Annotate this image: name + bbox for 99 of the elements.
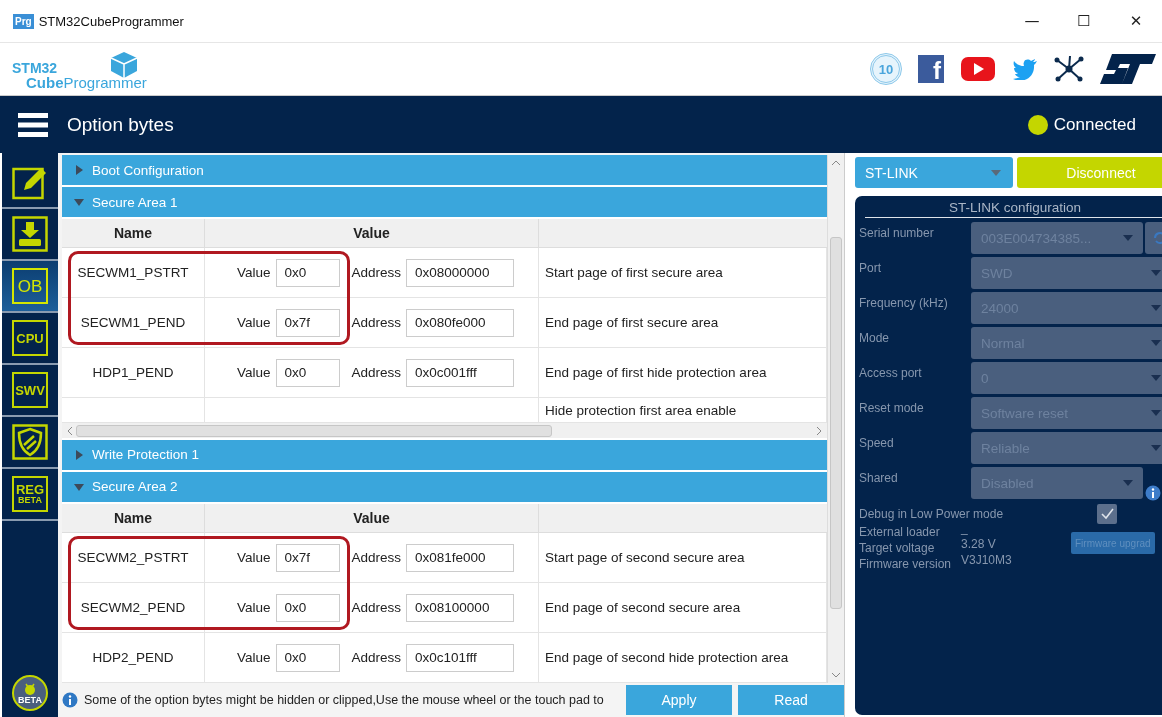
- setting-label: Mode: [859, 330, 891, 347]
- menu-icon[interactable]: [18, 112, 48, 137]
- info-label: External loader: [859, 524, 941, 540]
- dropdown-arrow-icon: [1151, 340, 1161, 346]
- dropdown-arrow-icon: [991, 169, 1001, 176]
- address-field[interactable]: 0x080fe000: [406, 308, 515, 337]
- field-label: Address: [351, 365, 402, 381]
- scroll-right-icon[interactable]: [815, 425, 823, 436]
- logo-text: CubeProgrammer: [25, 74, 147, 90]
- youtube-icon[interactable]: [960, 55, 996, 83]
- download-icon: [12, 216, 48, 252]
- field-label: Value: [237, 550, 271, 565]
- value-field[interactable]: 0x0: [275, 358, 340, 387]
- option-description: Hide protection first area enable: [545, 402, 737, 418]
- bug-icon: [22, 681, 38, 696]
- field-label: Value: [237, 265, 271, 281]
- option-description: Start page of second secure area: [545, 550, 745, 565]
- option-name: SECWM1_PEND: [80, 315, 186, 331]
- field-label: Value: [237, 650, 271, 665]
- info-label: Firmware version: [859, 556, 952, 572]
- vertical-scrollbar[interactable]: [827, 155, 844, 683]
- field-label: Address: [351, 650, 402, 665]
- value-field[interactable]: 0x0: [275, 593, 340, 622]
- network-icon[interactable]: [1054, 54, 1084, 84]
- address-field[interactable]: 0x08000000: [406, 258, 515, 287]
- scroll-up-icon[interactable]: [831, 159, 841, 167]
- app-icon: Prg: [13, 13, 34, 29]
- setting-label: Debug in Low Power mode: [859, 507, 1005, 521]
- option-name: HDP1_PEND: [92, 365, 174, 381]
- logo-text: STM32: [12, 60, 58, 75]
- field-label: Value: [237, 600, 271, 615]
- hint-message: Some of the option bytes might be hidden or clipped,Use the mouse wheel or the touch pad to: [84, 693, 605, 707]
- window-control[interactable]: ✕: [1110, 0, 1162, 42]
- value-field[interactable]: 0x0: [275, 258, 340, 287]
- address-field[interactable]: 0x0c001fff: [406, 358, 515, 387]
- field-label: Address: [351, 600, 402, 615]
- dropdown-arrow-icon: [1123, 480, 1133, 486]
- address-field[interactable]: 0x0c101fff: [406, 643, 515, 672]
- option-description: End page of second hide protection area: [545, 650, 789, 665]
- page-title: Option bytes: [67, 113, 174, 136]
- caret-icon: [74, 165, 84, 175]
- column-header: Value: [205, 219, 539, 248]
- panel-title: ST-LINK configuration: [865, 200, 1162, 218]
- value-field[interactable]: 0x7f: [275, 308, 340, 337]
- info-label: Target voltage: [859, 540, 936, 556]
- window-title: STM32CubeProgrammer: [38, 13, 184, 29]
- setting-label: Speed: [859, 435, 895, 452]
- scroll-down-icon[interactable]: [831, 671, 841, 679]
- field-label: Value: [237, 365, 271, 381]
- value-field[interactable]: 0x7f: [275, 543, 340, 572]
- shield-icon: [12, 424, 48, 460]
- dropdown-arrow-icon: [1151, 270, 1161, 276]
- address-field[interactable]: 0x081fe000: [406, 543, 515, 572]
- setting-label: Reset mode: [859, 400, 925, 417]
- setting-label: Frequency (kHz): [859, 295, 949, 312]
- setting-label: Access port: [859, 365, 923, 382]
- option-name: HDP2_PEND: [92, 650, 174, 665]
- column-header: Value: [205, 504, 539, 532]
- window-control[interactable]: —: [1006, 0, 1058, 42]
- field-label: Address: [351, 265, 402, 281]
- bug-button[interactable]: BETA: [12, 675, 48, 711]
- setting-label: Port: [859, 260, 882, 277]
- value-field[interactable]: 0x0: [275, 643, 340, 672]
- dropdown-arrow-icon: [1151, 375, 1161, 381]
- caret-icon: [74, 482, 84, 492]
- info-value: 3.28 V: [961, 540, 996, 553]
- bird-icon[interactable]: [1012, 58, 1038, 80]
- option-description: End page of first secure area: [545, 315, 719, 331]
- option-name: SECWM2_PSTRT: [77, 550, 189, 565]
- column-header: Name: [62, 219, 205, 248]
- option-description: End page of second secure area: [545, 600, 741, 615]
- connection-status: Connected: [1053, 114, 1136, 135]
- address-field[interactable]: 0x08100000: [406, 593, 515, 622]
- field-label: Value: [237, 315, 271, 331]
- window-control[interactable]: ☐: [1058, 0, 1110, 42]
- field-label: Address: [351, 315, 402, 331]
- horizontal-scrollbar[interactable]: [62, 423, 827, 438]
- dropdown-arrow-icon: [1151, 445, 1161, 451]
- setting-label: Shared: [859, 470, 899, 487]
- scroll-left-icon[interactable]: [66, 425, 74, 436]
- setting-label: Serial number: [859, 225, 935, 242]
- facebook-icon[interactable]: f: [918, 55, 944, 83]
- info-icon: [62, 692, 78, 708]
- column-header: Name: [62, 504, 205, 532]
- cube-icon: [108, 50, 139, 79]
- field-label: Address: [351, 550, 402, 565]
- caret-icon: [74, 197, 84, 207]
- option-name: SECWM1_PSTRT: [77, 265, 189, 281]
- sidebar-item[interactable]: OB: [2, 261, 58, 313]
- option-description: Start page of first secure area: [545, 265, 723, 281]
- caret-icon: [74, 450, 84, 460]
- dropdown-arrow-icon: [1151, 305, 1161, 311]
- dropdown-arrow-icon: [1151, 410, 1161, 416]
- info-value: _: [961, 524, 968, 537]
- option-description: End page of first hide protection area: [545, 365, 767, 381]
- info-value: V3J10M3: [961, 556, 1012, 569]
- company-logo[interactable]: [1100, 52, 1156, 86]
- option-name: SECWM2_PEND: [80, 600, 186, 615]
- dropdown-arrow-icon: [1123, 235, 1133, 241]
